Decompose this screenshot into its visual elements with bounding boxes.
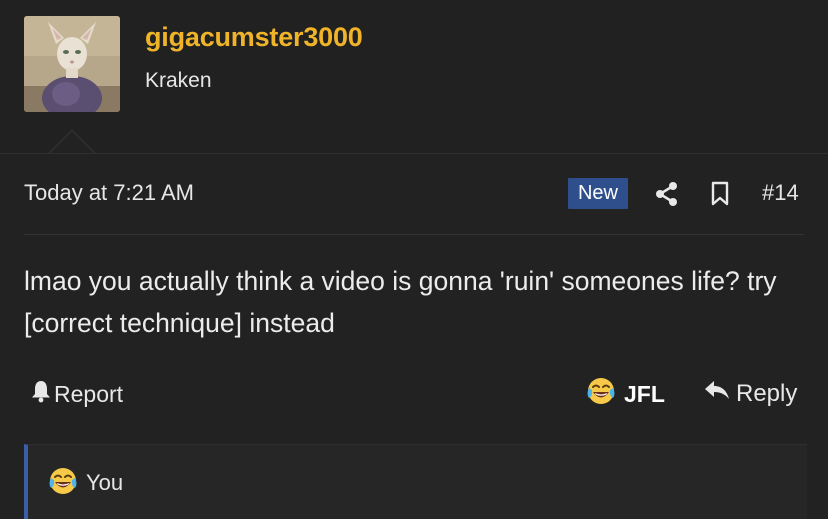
message-main: Today at 7:21 AM New #14 lmao you actual… — [0, 153, 828, 519]
user-info: gigacumster3000 Kraken — [0, 0, 828, 154]
reply-icon — [704, 379, 736, 408]
new-badge: New — [568, 178, 628, 209]
avatar[interactable] — [24, 16, 120, 112]
forum-post: gigacumster3000 Kraken Today at 7:21 AM … — [0, 0, 828, 519]
jfl-label: JFL — [624, 380, 665, 407]
message-arrow-inner — [49, 131, 95, 154]
bookmark-icon[interactable] — [710, 181, 730, 207]
username[interactable]: gigacumster3000 — [145, 22, 363, 53]
jfl-reaction-link[interactable]: JFL — [586, 376, 665, 412]
divider — [24, 234, 804, 235]
reply-label: Reply — [736, 379, 798, 407]
report-link[interactable]: Report — [30, 379, 123, 409]
post-timestamp[interactable]: Today at 7:21 AM — [24, 180, 194, 206]
user-title: Kraken — [145, 69, 212, 92]
crying-laughing-emoji — [586, 376, 616, 412]
reactions-bar[interactable]: You — [24, 444, 807, 519]
reply-link[interactable]: Reply — [704, 379, 797, 408]
share-icon[interactable] — [655, 181, 679, 207]
reactions-text[interactable]: You — [86, 470, 123, 496]
crying-laughing-emoji — [48, 466, 78, 501]
post-number[interactable]: #14 — [762, 180, 799, 206]
post-body: lmao you actually think a video is gonna… — [24, 266, 777, 338]
report-label: Report — [54, 380, 124, 407]
bell-icon — [30, 379, 54, 409]
